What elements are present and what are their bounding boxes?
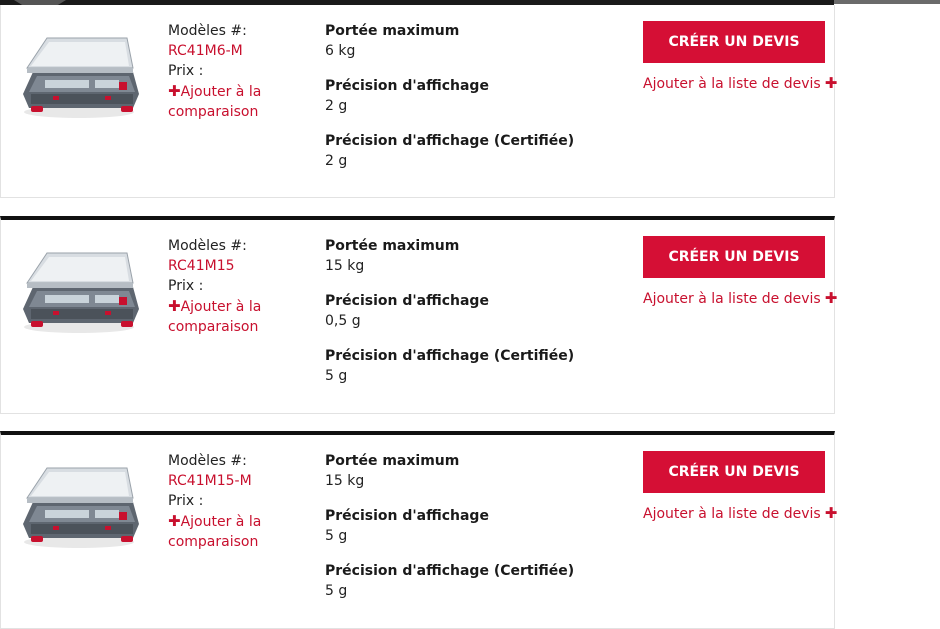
model-number-link[interactable]: RC41M6-M: [168, 43, 243, 59]
spec-readability-certified: Précision d'affichage (Certifiée) 5 g: [325, 561, 605, 601]
spec-readability: Précision d'affichage 0,5 g: [325, 291, 605, 331]
product-info: Modèles #: RC41M6-M Prix : ✚Ajouter à la…: [168, 21, 308, 122]
model-label: Modèles #:: [168, 23, 247, 39]
spec-value: 15 kg: [325, 473, 365, 489]
spec-value: 5 g: [325, 528, 348, 544]
spec-max-capacity: Portée maximum 15 kg: [325, 236, 605, 276]
spec-max-capacity: Portée maximum 15 kg: [325, 451, 605, 491]
create-quote-button[interactable]: CRÉER UN DEVIS: [643, 21, 825, 63]
add-to-compare-label: Ajouter à la comparaison: [168, 514, 262, 550]
plus-icon: ✚: [824, 289, 838, 307]
model-number-link[interactable]: RC41M15: [168, 256, 308, 276]
spec-readability: Précision d'affichage 5 g: [325, 506, 605, 546]
spec-label: Précision d'affichage: [325, 78, 489, 94]
price-label: Prix :: [168, 63, 204, 79]
counting-scale-image[interactable]: [17, 32, 143, 122]
spec-readability-certified: Précision d'affichage (Certifiée) 2 g: [325, 131, 605, 171]
add-to-quote-list-link[interactable]: Ajouter à la liste de devis ✚: [643, 503, 837, 524]
top-divider-right: [834, 0, 940, 4]
spec-value: 6 kg: [325, 43, 356, 59]
product-info: Modèles #: RC41M15 Prix : ✚Ajouter à la …: [168, 236, 308, 337]
add-to-compare-label: Ajouter à la comparaison: [168, 299, 262, 335]
product-card: Modèles #: RC41M15 Prix : ✚Ajouter à la …: [0, 216, 837, 414]
product-specs: Portée maximum 6 kg Précision d'affichag…: [325, 21, 605, 186]
add-to-quote-label: Ajouter à la liste de devis: [643, 506, 821, 522]
add-to-compare-link[interactable]: ✚Ajouter à la comparaison: [168, 81, 308, 122]
product-card: Modèles #: RC41M6-M Prix : ✚Ajouter à la…: [0, 5, 837, 198]
spec-label: Portée maximum: [325, 23, 460, 39]
spec-value: 2 g: [325, 98, 348, 114]
spec-label: Précision d'affichage (Certifiée): [325, 348, 575, 364]
plus-icon: ✚: [824, 74, 838, 92]
spec-label: Portée maximum: [325, 453, 460, 469]
product-specs: Portée maximum 15 kg Précision d'afficha…: [325, 451, 605, 616]
counting-scale-image[interactable]: [17, 462, 143, 552]
add-to-compare-label: Ajouter à la comparaison: [168, 84, 262, 120]
spec-label: Précision d'affichage: [325, 508, 489, 524]
add-to-quote-list-link[interactable]: Ajouter à la liste de devis ✚: [643, 73, 837, 94]
spec-value: 15 kg: [325, 258, 365, 274]
add-to-quote-label: Ajouter à la liste de devis: [643, 291, 821, 307]
spec-readability: Précision d'affichage 2 g: [325, 76, 605, 116]
product-specs: Portée maximum 15 kg Précision d'afficha…: [325, 236, 605, 401]
add-to-quote-label: Ajouter à la liste de devis: [643, 76, 821, 92]
create-quote-button[interactable]: CRÉER UN DEVIS: [643, 236, 825, 278]
price-label: Prix :: [168, 493, 204, 509]
add-to-compare-link[interactable]: ✚Ajouter à la comparaison: [168, 296, 308, 337]
plus-icon: ✚: [168, 297, 181, 315]
plus-icon: ✚: [824, 504, 838, 522]
spec-max-capacity: Portée maximum 6 kg: [325, 21, 605, 61]
create-quote-button[interactable]: CRÉER UN DEVIS: [643, 451, 825, 493]
spec-readability-certified: Précision d'affichage (Certifiée) 5 g: [325, 346, 605, 386]
price-label: Prix :: [168, 278, 204, 294]
product-actions: CRÉER UN DEVIS Ajouter à la liste de dev…: [643, 21, 837, 94]
spec-label: Précision d'affichage (Certifiée): [325, 563, 575, 579]
model-line: Modèles #: RC41M6-M: [168, 21, 308, 61]
product-card: Modèles #: RC41M15-M Prix : ✚Ajouter à l…: [0, 431, 837, 629]
model-label: Modèles #:: [168, 453, 247, 469]
model-number-link[interactable]: RC41M15-M: [168, 471, 308, 491]
spec-label: Précision d'affichage (Certifiée): [325, 133, 575, 149]
plus-icon: ✚: [168, 82, 181, 100]
spec-value: 0,5 g: [325, 313, 361, 329]
product-actions: CRÉER UN DEVIS Ajouter à la liste de dev…: [643, 236, 837, 309]
counting-scale-image[interactable]: [17, 247, 143, 337]
spec-value: 2 g: [325, 153, 348, 169]
spec-label: Précision d'affichage: [325, 293, 489, 309]
spec-label: Portée maximum: [325, 238, 460, 254]
add-to-quote-list-link[interactable]: Ajouter à la liste de devis ✚: [643, 288, 837, 309]
product-actions: CRÉER UN DEVIS Ajouter à la liste de dev…: [643, 451, 837, 524]
plus-icon: ✚: [168, 512, 181, 530]
product-info: Modèles #: RC41M15-M Prix : ✚Ajouter à l…: [168, 451, 308, 552]
add-to-compare-link[interactable]: ✚Ajouter à la comparaison: [168, 511, 308, 552]
spec-value: 5 g: [325, 583, 348, 599]
spec-value: 5 g: [325, 368, 348, 384]
model-label: Modèles #:: [168, 238, 247, 254]
